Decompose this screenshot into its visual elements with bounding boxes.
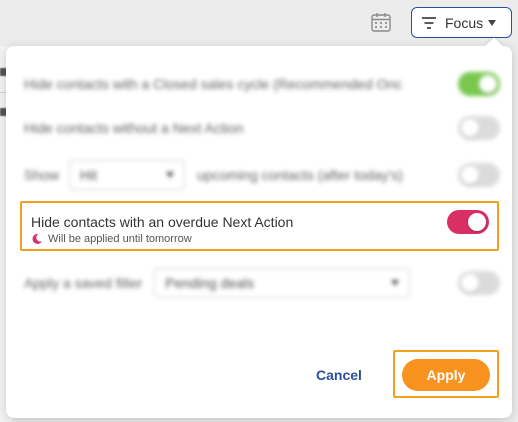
- closed-sales-toggle[interactable]: [458, 72, 500, 96]
- moon-icon: [32, 233, 42, 244]
- option-label: Hide contacts with a Closed sales cycle …: [24, 76, 403, 92]
- caret-down-icon: [391, 280, 400, 286]
- option-row-upcoming: Show Hit upcoming contacts (after today'…: [24, 160, 500, 190]
- select-value: Pending deals: [165, 275, 255, 291]
- upcoming-toggle[interactable]: [458, 163, 500, 187]
- toggle-knob: [468, 213, 486, 231]
- saved-filter-select[interactable]: Pending deals: [154, 268, 411, 298]
- select-value: Hit: [80, 167, 98, 183]
- option-row-saved-filter: Apply a saved filter Pending deals: [24, 268, 500, 298]
- option-label: Hide contacts without a Next Action: [24, 120, 244, 136]
- no-next-action-toggle[interactable]: [458, 116, 500, 140]
- filter-icon: [422, 16, 436, 29]
- overdue-next-action-toggle[interactable]: [447, 210, 489, 234]
- calendar-button[interactable]: [369, 10, 393, 34]
- toggle-knob: [461, 166, 479, 184]
- option-row-no-next-action: Hide contacts without a Next Action: [24, 116, 500, 140]
- focus-button[interactable]: Focus: [411, 7, 512, 38]
- focus-label: Focus: [445, 14, 484, 31]
- toggle-knob: [461, 119, 479, 137]
- overdue-next-action-row: Hide contacts with an overdue Next Actio…: [20, 201, 499, 251]
- option-label: Apply a saved filter: [24, 275, 143, 291]
- toggle-knob: [461, 274, 479, 292]
- toggle-knob: [479, 75, 497, 93]
- calendar-icon: [371, 13, 391, 32]
- option-label-after: upcoming contacts (after today's): [197, 167, 403, 183]
- note-text: Will be applied until tomorrow: [48, 233, 192, 245]
- caret-down-icon: [488, 19, 497, 26]
- cancel-button[interactable]: Cancel: [316, 367, 362, 383]
- overdue-option-label: Hide contacts with an overdue Next Actio…: [31, 214, 294, 230]
- saved-filter-toggle[interactable]: [458, 271, 500, 295]
- option-row-closed-sales: Hide contacts with a Closed sales cycle …: [24, 72, 500, 96]
- upcoming-count-select[interactable]: Hit: [69, 160, 186, 190]
- option-label-before: Show: [24, 167, 60, 183]
- caret-down-icon: [166, 172, 175, 178]
- overdue-option-note: Will be applied until tomorrow: [31, 233, 192, 245]
- apply-button[interactable]: Apply: [402, 359, 490, 391]
